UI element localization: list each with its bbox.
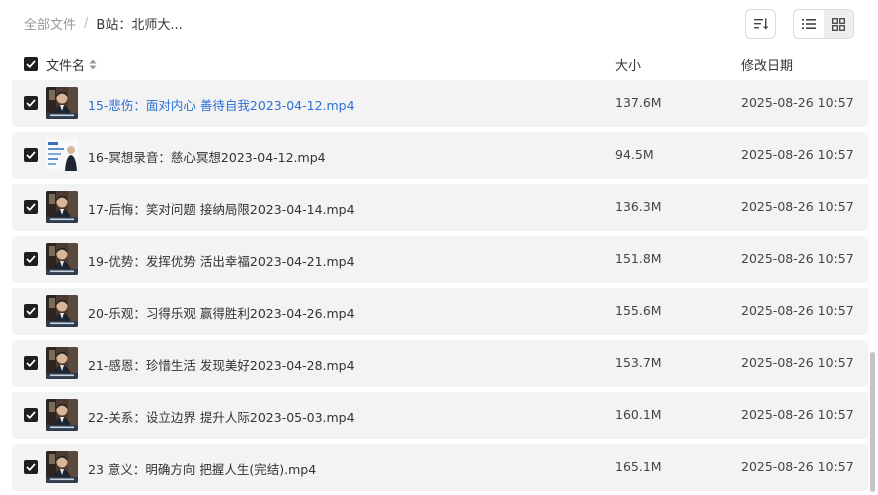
file-checkbox[interactable] [24, 304, 38, 318]
video-thumbnail [46, 399, 78, 431]
file-name[interactable]: 21-感恩：珍惜生活 发现美好2023-04-28.mp4 [88, 355, 355, 374]
list-view-button[interactable] [794, 10, 824, 38]
file-size: 160.1M [615, 407, 662, 422]
file-size: 94.5M [615, 147, 654, 162]
column-header-name-label: 文件名 [46, 59, 86, 74]
file-row[interactable]: 16-冥想录音：慈心冥想2023-04-12.mp4 94.5M 2025-08… [12, 132, 868, 179]
file-list: 15-悲伤：面对内心 善待自我2023-04-12.mp4 137.6M 202… [12, 80, 868, 495]
file-row[interactable]: 21-感恩：珍惜生活 发现美好2023-04-28.mp4 153.7M 202… [12, 340, 868, 387]
file-modified-date: 2025-08-26 10:57 [741, 95, 854, 110]
file-name[interactable]: 20-乐观：习得乐观 赢得胜利2023-04-26.mp4 [88, 303, 355, 322]
file-size: 155.6M [615, 303, 662, 318]
file-modified-date: 2025-08-26 10:57 [741, 303, 854, 318]
list-view-icon [801, 19, 816, 29]
video-thumbnail [46, 191, 78, 223]
file-modified-date: 2025-08-26 10:57 [741, 251, 854, 266]
checkmark-icon [26, 60, 36, 68]
checkmark-icon [26, 99, 36, 107]
file-checkbox[interactable] [24, 252, 38, 266]
select-all-checkbox[interactable] [24, 57, 38, 71]
file-size: 165.1M [615, 459, 662, 474]
column-header-name[interactable]: 文件名 [46, 55, 97, 74]
checkmark-icon [26, 151, 36, 159]
file-row[interactable]: 20-乐观：习得乐观 赢得胜利2023-04-26.mp4 155.6M 202… [12, 288, 868, 335]
video-thumbnail [46, 295, 78, 327]
file-row[interactable]: 17-后悔：笑对问题 接纳局限2023-04-14.mp4 136.3M 202… [12, 184, 868, 231]
scrollbar-thumb[interactable] [870, 352, 875, 492]
checkmark-icon [26, 463, 36, 471]
file-modified-date: 2025-08-26 10:57 [741, 407, 854, 422]
file-checkbox[interactable] [24, 460, 38, 474]
video-thumbnail [46, 139, 78, 171]
sort-arrows-icon [89, 59, 97, 70]
file-row[interactable]: 22-关系：设立边界 提升人际2023-05-03.mp4 160.1M 202… [12, 392, 868, 439]
file-checkbox[interactable] [24, 200, 38, 214]
file-modified-date: 2025-08-26 10:57 [741, 459, 854, 474]
checkmark-icon [26, 203, 36, 211]
column-header-modified[interactable]: 修改日期 [741, 55, 793, 74]
sort-button[interactable] [745, 9, 776, 39]
video-thumbnail [46, 87, 78, 119]
video-thumbnail [46, 347, 78, 379]
file-name[interactable]: 17-后悔：笑对问题 接纳局限2023-04-14.mp4 [88, 199, 355, 218]
video-thumbnail [46, 451, 78, 483]
file-name[interactable]: 15-悲伤：面对内心 善待自我2023-04-12.mp4 [88, 95, 355, 114]
file-checkbox[interactable] [24, 356, 38, 370]
file-name[interactable]: 16-冥想录音：慈心冥想2023-04-12.mp4 [88, 147, 326, 166]
file-checkbox[interactable] [24, 96, 38, 110]
checkmark-icon [26, 359, 36, 367]
view-toggle-group [793, 9, 854, 39]
file-name[interactable]: 22-关系：设立边界 提升人际2023-05-03.mp4 [88, 407, 355, 426]
file-size: 153.7M [615, 355, 662, 370]
video-thumbnail [46, 243, 78, 275]
file-row[interactable]: 23 意义：明确方向 把握人生(完结).mp4 165.1M 2025-08-2… [12, 444, 868, 491]
file-name[interactable]: 23 意义：明确方向 把握人生(完结).mp4 [88, 459, 316, 478]
file-checkbox[interactable] [24, 148, 38, 162]
file-row[interactable]: 19-优势：发挥优势 活出幸福2023-04-21.mp4 151.8M 202… [12, 236, 868, 283]
file-row[interactable]: 15-悲伤：面对内心 善待自我2023-04-12.mp4 137.6M 202… [12, 80, 868, 127]
checkmark-icon [26, 411, 36, 419]
sort-descending-icon [753, 18, 768, 30]
top-bar: 全部文件 / B站：北师大... [0, 0, 878, 48]
file-modified-date: 2025-08-26 10:57 [741, 147, 854, 162]
column-header-size[interactable]: 大小 [615, 55, 641, 74]
checkmark-icon [26, 255, 36, 263]
breadcrumb: 全部文件 / B站：北师大... [24, 14, 183, 33]
file-size: 151.8M [615, 251, 662, 266]
file-list-header: 文件名 大小 修改日期 [12, 50, 868, 78]
file-modified-date: 2025-08-26 10:57 [741, 355, 854, 370]
file-size: 137.6M [615, 95, 662, 110]
breadcrumb-current: B站：北师大... [96, 18, 183, 33]
file-name[interactable]: 19-优势：发挥优势 活出幸福2023-04-21.mp4 [88, 251, 355, 270]
file-modified-date: 2025-08-26 10:57 [741, 199, 854, 214]
file-checkbox[interactable] [24, 408, 38, 422]
breadcrumb-separator: / [84, 16, 89, 31]
breadcrumb-root-link[interactable]: 全部文件 [24, 14, 76, 33]
grid-view-icon [831, 17, 845, 31]
file-size: 136.3M [615, 199, 662, 214]
grid-view-button[interactable] [823, 10, 853, 38]
checkmark-icon [26, 307, 36, 315]
